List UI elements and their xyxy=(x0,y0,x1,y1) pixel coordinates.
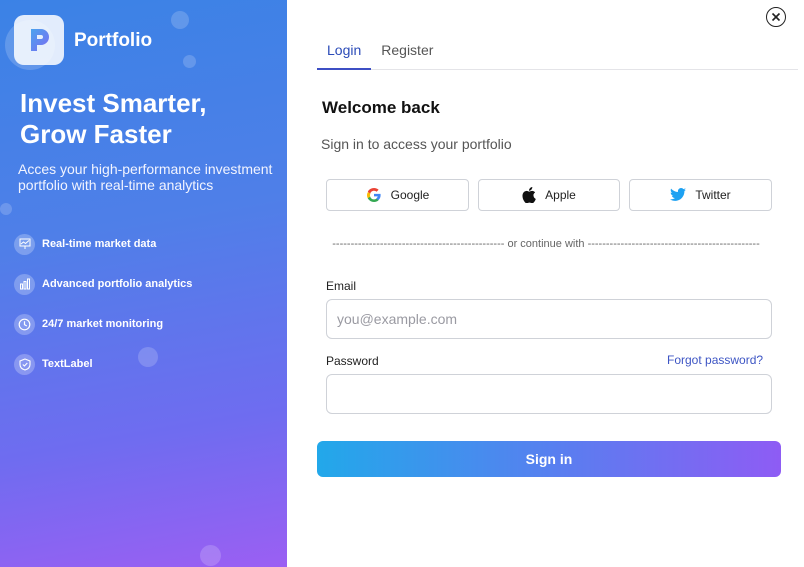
twitter-icon xyxy=(670,188,687,201)
bar-chart-icon xyxy=(14,273,35,295)
decor-bubble xyxy=(200,545,221,566)
email-field[interactable] xyxy=(326,299,772,339)
feature-label: Real-time market data xyxy=(42,238,157,250)
clock-icon xyxy=(14,313,35,335)
feature-label: 24/7 market monitoring xyxy=(42,318,164,330)
headline-line: Invest Smarter, xyxy=(20,88,207,118)
password-field[interactable] xyxy=(326,374,772,414)
feature-label: Advanced portfolio analytics xyxy=(42,278,193,290)
hero-subline: Acces your high-performance investment p… xyxy=(18,161,273,193)
feature-list: Real-time market data Advanced portfolio… xyxy=(14,224,192,384)
feature-item: TextLabel xyxy=(14,344,192,384)
feature-item: Real-time market data xyxy=(14,224,192,264)
hero-headline: Invest Smarter, Grow Faster xyxy=(20,88,280,150)
login-panel: Login Register Welcome back Sign in to a… xyxy=(287,0,804,567)
apple-signin-button[interactable]: Apple xyxy=(478,179,620,211)
decor-bubble xyxy=(183,55,196,68)
headline-line: Grow Faster xyxy=(20,119,172,149)
password-label: Password xyxy=(326,354,379,368)
auth-tabs: Login Register xyxy=(317,32,798,70)
divider-text: ----------------------------------------… xyxy=(332,238,760,250)
app-logo xyxy=(14,15,64,65)
logo-icon xyxy=(31,29,49,51)
google-signin-button[interactable]: Google xyxy=(326,179,469,211)
hero-panel: Portfolio Invest Smarter, Grow Faster Ac… xyxy=(0,0,287,567)
login-window: Portfolio Invest Smarter, Grow Faster Ac… xyxy=(0,0,804,567)
twitter-signin-button[interactable]: Twitter xyxy=(629,179,772,211)
page-title: Welcome back xyxy=(322,98,440,117)
shield-icon xyxy=(14,353,35,375)
sign-in-button[interactable]: Sign in xyxy=(317,441,781,477)
social-label: Apple xyxy=(545,188,576,202)
apple-icon xyxy=(522,187,536,203)
close-button[interactable] xyxy=(766,7,786,27)
close-icon xyxy=(771,12,781,22)
decor-bubble xyxy=(171,11,189,29)
feature-item: Advanced portfolio analytics xyxy=(14,264,192,304)
feature-label: TextLabel xyxy=(42,358,93,370)
tab-login[interactable]: Login xyxy=(317,32,372,70)
google-icon xyxy=(366,188,381,202)
brand-name: Portfolio xyxy=(74,30,153,51)
email-label: Email xyxy=(326,279,357,293)
feature-item: 24/7 market monitoring xyxy=(14,304,192,344)
tab-register[interactable]: Register xyxy=(371,32,443,70)
chart-icon xyxy=(14,233,35,255)
social-label: Twitter xyxy=(695,188,731,202)
decor-bubble xyxy=(0,203,12,215)
page-subtitle: Sign in to access your portfolio xyxy=(321,136,512,152)
social-label: Google xyxy=(390,188,430,202)
forgot-password-link[interactable]: Forgot password? xyxy=(667,353,763,367)
